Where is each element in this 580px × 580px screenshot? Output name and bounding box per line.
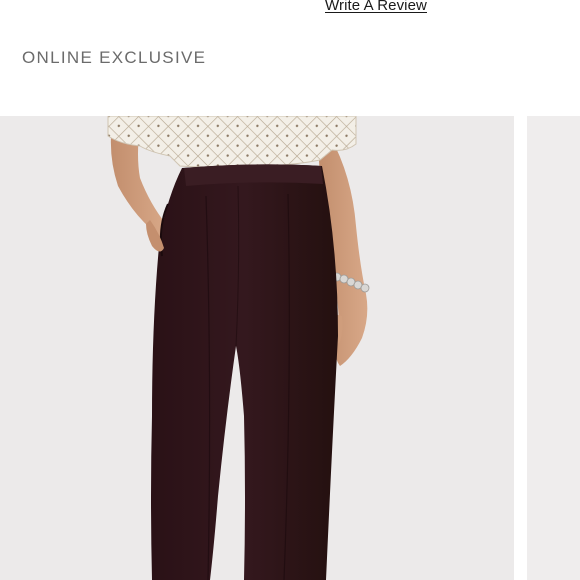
next-product-image[interactable] [527, 116, 580, 580]
product-main-image[interactable] [0, 116, 514, 580]
product-image-gallery [0, 116, 580, 580]
write-review-link[interactable]: Write A Review [325, 0, 427, 14]
online-exclusive-badge: ONLINE EXCLUSIVE [22, 48, 207, 67]
